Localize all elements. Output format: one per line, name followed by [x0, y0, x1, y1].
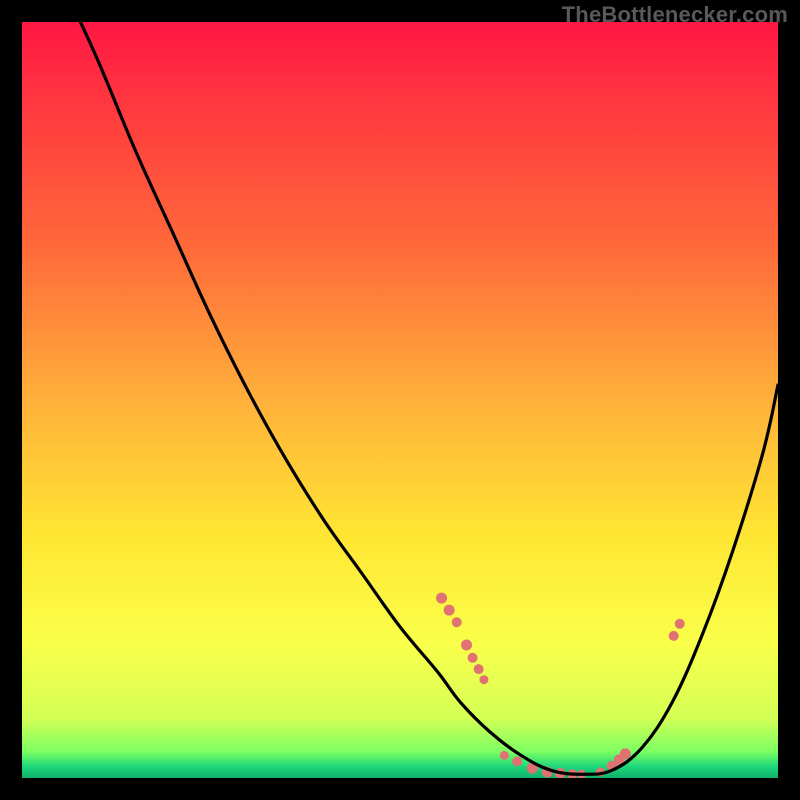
marker-dot	[468, 653, 478, 663]
marker-dot	[675, 619, 685, 629]
plot-area	[22, 22, 778, 778]
marker-dot	[669, 631, 679, 641]
marker-dot	[444, 605, 455, 616]
chart-svg	[22, 22, 778, 778]
marker-dot	[452, 617, 462, 627]
marker-dot	[620, 748, 631, 759]
marker-dot	[474, 664, 484, 674]
gradient-background	[22, 22, 778, 778]
marker-dot	[479, 675, 488, 684]
marker-dot	[436, 593, 447, 604]
marker-dot	[461, 639, 472, 650]
watermark-text: TheBottlenecker.com	[562, 2, 788, 28]
marker-dot	[512, 756, 522, 766]
chart-frame: TheBottlenecker.com	[0, 0, 800, 800]
marker-dot	[500, 751, 509, 760]
